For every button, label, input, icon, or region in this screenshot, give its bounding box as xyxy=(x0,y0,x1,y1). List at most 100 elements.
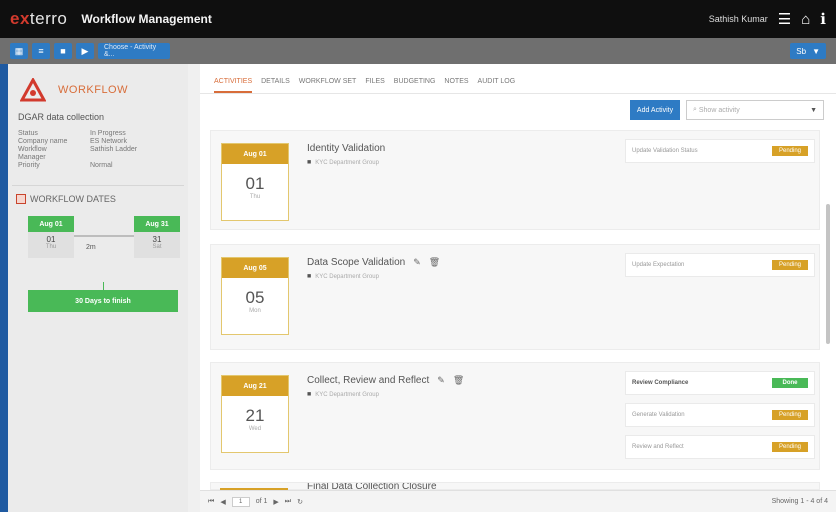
activity-group: ■ KYC Department Group xyxy=(307,391,379,398)
activity-day: 01 xyxy=(245,174,265,193)
start-date: Aug 01 01 Thu xyxy=(28,216,74,258)
workflow-name: DGAR data collection xyxy=(18,112,105,122)
main-panel: ACTIVITIES DETAILS WORKFLOW SET FILES BU… xyxy=(200,64,836,512)
page-of: of 1 xyxy=(255,498,268,505)
tab-audit-log[interactable]: AUDIT LOG xyxy=(478,78,516,93)
activity-group: ■ KYC Department Group xyxy=(307,159,379,166)
chevron-down-icon: ▼ xyxy=(812,46,820,56)
status-badge: Done xyxy=(772,378,808,388)
page-input[interactable]: 1 xyxy=(231,496,250,507)
progress-marker xyxy=(103,282,104,290)
info-icon[interactable]: ℹ xyxy=(820,10,826,28)
stop-button[interactable]: ■ xyxy=(54,43,72,59)
tab-workflow-set[interactable]: WORKFLOW SET xyxy=(299,78,357,93)
next-page-icon[interactable]: ▶ xyxy=(273,498,278,506)
task-item[interactable]: Update Validation Status Pending xyxy=(625,139,815,163)
activity-title[interactable]: Final Data Collection Closure xyxy=(307,483,437,489)
activity-day: 21 xyxy=(245,406,265,425)
calendar-button[interactable]: ▦ xyxy=(10,43,28,59)
tab-files[interactable]: FILES xyxy=(365,78,384,93)
play-button[interactable]: ▶ xyxy=(76,43,94,59)
start-weekday: Thu xyxy=(45,244,57,250)
task-list: Update Expectation Pending xyxy=(625,253,815,285)
app-logo[interactable]: exterro xyxy=(10,9,67,29)
top-bar: exterro Workflow Management Sathish Kuma… xyxy=(0,0,836,38)
info-label: Priority xyxy=(18,162,40,169)
delete-icon[interactable]: 🗑 xyxy=(429,257,440,268)
activity-card[interactable]: Aug 21 21 Wed Collect, Review and Reflec… xyxy=(210,362,820,470)
task-item[interactable]: Review Compliance Done xyxy=(625,371,815,395)
group-icon: ■ xyxy=(307,273,312,280)
activity-weekday: Thu xyxy=(249,194,261,200)
activity-card[interactable]: Aug 05 05 Mon Data Scope Validation ✎ 🗑 ■ K… xyxy=(210,244,820,350)
activity-date: Aug 01 01 Thu xyxy=(221,143,289,221)
group-icon: ■ xyxy=(307,391,312,398)
pagination: ⏮ ◀ 1 of 1 ▶ ⏭ ↻ Showing 1 - 4 of 4 xyxy=(200,490,836,512)
info-label: Manager xyxy=(18,154,46,161)
list-button[interactable]: ≡ xyxy=(32,43,50,59)
info-label: Workflow xyxy=(18,146,47,153)
activity-date: Aug 21 21 Wed xyxy=(221,375,289,453)
tab-activities[interactable]: ACTIVITIES xyxy=(214,78,253,93)
start-date-label: Aug 01 xyxy=(28,216,74,232)
end-date: Aug 31 31 Sat xyxy=(134,216,180,258)
tab-details[interactable]: DETAILS xyxy=(261,78,290,93)
user-name[interactable]: Sathish Kumar xyxy=(709,14,768,24)
activity-card[interactable]: Aug 01 01 Thu Identity Validation ■ KYC D… xyxy=(210,130,820,230)
refresh-icon[interactable]: ↻ xyxy=(297,498,303,506)
workflow-dates-title: WORKFLOW DATES xyxy=(12,185,184,212)
status-badge: Pending xyxy=(772,260,808,270)
task-list: Review Compliance Done Generate Validatio… xyxy=(625,371,815,467)
info-label: Status xyxy=(18,130,38,137)
page-display: Showing 1 - 4 of 4 xyxy=(771,498,828,505)
activity-date: Aug 05 05 Mon xyxy=(221,257,289,335)
sidebar: WORKFLOW DGAR data collection Status In P… xyxy=(8,64,188,512)
first-page-icon[interactable]: ⏮ xyxy=(208,498,214,506)
activity-card[interactable]: Final Data Collection Closure xyxy=(210,482,820,490)
task-list: Update Validation Status Pending xyxy=(625,139,815,171)
workflow-logo-icon xyxy=(19,76,47,102)
activity-select[interactable]: Choose - Activity &... xyxy=(98,43,170,59)
task-item[interactable]: Review and Reflect Pending xyxy=(625,435,815,459)
home-icon[interactable]: ⌂ xyxy=(801,11,810,28)
activity-date-label: Aug 01 xyxy=(222,144,288,164)
info-value: Sathish Ladder xyxy=(90,146,138,153)
app-title: Workflow Management xyxy=(81,12,212,26)
activity-weekday: Mon xyxy=(249,308,261,314)
days-to-finish-bar: 30 Days to finish xyxy=(28,290,178,312)
workflow-dates: Aug 01 01 Thu 2m Aug 31 31 Sat 30 Days to … xyxy=(18,214,180,314)
status-badge: Pending xyxy=(772,146,808,156)
calendar-icon xyxy=(16,194,26,204)
activity-date-label: Aug 21 xyxy=(222,376,288,396)
tab-budgeting[interactable]: BUDGETING xyxy=(394,78,436,93)
edit-icon[interactable]: ✎ xyxy=(437,375,445,386)
prev-page-icon[interactable]: ◀ xyxy=(220,498,225,506)
task-item[interactable]: Generate Validation Pending xyxy=(625,403,815,427)
date-span: 2m xyxy=(86,244,96,251)
toolbar-right-dropdown[interactable]: Sb ▼ xyxy=(790,43,826,59)
activity-date-label: Aug 05 xyxy=(222,258,288,278)
grid-menu-icon[interactable]: ☰ xyxy=(778,10,791,28)
workflow-info: Status In Progress Company name ES Network… xyxy=(8,126,188,173)
info-label: Company name xyxy=(18,138,68,145)
workflow-label: WORKFLOW xyxy=(58,84,128,96)
delete-icon[interactable]: 🗑 xyxy=(453,375,464,386)
toolbar: ▦ ≡ ■ ▶ Choose - Activity &... Sb ▼ xyxy=(0,38,836,64)
edit-icon[interactable]: ✎ xyxy=(413,257,421,268)
activity-title[interactable]: Identity Validation xyxy=(307,143,385,154)
scrollbar[interactable] xyxy=(826,204,830,344)
last-page-icon[interactable]: ⏭ xyxy=(285,498,291,506)
show-activity-select[interactable]: ⌕ Show activity ▼ xyxy=(686,100,824,120)
info-value: ES Network xyxy=(90,138,127,145)
add-activity-button[interactable]: Add Activity xyxy=(630,100,680,120)
start-day: 01 xyxy=(46,235,56,244)
end-weekday: Sat xyxy=(152,244,162,250)
task-item[interactable]: Update Expectation Pending xyxy=(625,253,815,277)
end-date-label: Aug 31 xyxy=(134,216,180,232)
activity-title[interactable]: Data Scope Validation ✎ 🗑 xyxy=(307,257,440,268)
tab-bar: ACTIVITIES DETAILS WORKFLOW SET FILES BU… xyxy=(200,64,836,94)
group-icon: ■ xyxy=(307,159,312,166)
tab-notes[interactable]: NOTES xyxy=(444,78,468,93)
left-edge-strip xyxy=(0,64,8,512)
activity-title[interactable]: Collect, Review and Reflect ✎ 🗑 xyxy=(307,375,464,386)
